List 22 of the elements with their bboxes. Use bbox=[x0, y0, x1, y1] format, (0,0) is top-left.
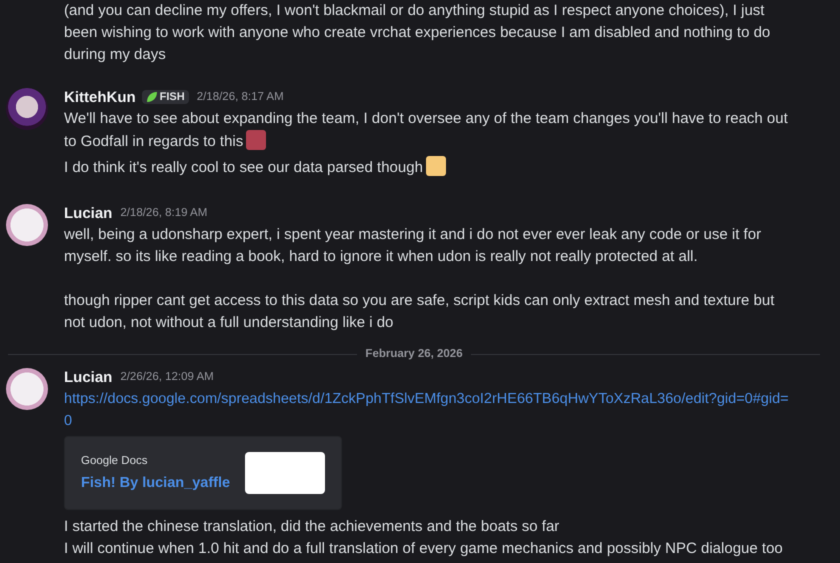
embed-title[interactable]: Fish! By lucian_yaffle bbox=[81, 475, 230, 491]
message-text: We'll have to see about expanding the team, I don't oversee any of the team changes you'll have to reach out to Godfall in regards to this bbox=[64, 109, 789, 152]
leaf-icon bbox=[146, 91, 158, 103]
timestamp: 2/18/26, 8:19 AM bbox=[120, 207, 208, 219]
message-text: (and you can decline my offers, I won't blackmail or do anything stupid as I respect anyone choices), I just been wishing to work with anyone who create vrchat experiences because I am disabled and nothing to do during my days bbox=[64, 1, 772, 65]
avatar[interactable] bbox=[6, 368, 48, 410]
date-divider: February 26, 2026 bbox=[365, 348, 463, 360]
message-text: though ripper cant get access to this data so you are safe, script kids can only extract mesh and texture but not udon, not without a full understanding like i do bbox=[64, 291, 776, 333]
timestamp: 2/26/26, 12:09 AM bbox=[120, 371, 214, 383]
message-text: I started the chinese translation, did the achievements and the boats so far bbox=[64, 517, 560, 537]
timestamp: 2/18/26, 8:17 AM bbox=[196, 91, 284, 103]
message-text: I will continue when 1.0 hit and do a full translation of every game mechanics and possibly NPC dialogue too bbox=[64, 539, 784, 559]
message-text: I do think it's really cool to see our data parsed though bbox=[64, 156, 796, 179]
avatar[interactable] bbox=[6, 204, 48, 246]
author-name[interactable]: Lucian bbox=[64, 204, 112, 222]
message-text: well, being a udonsharp expert, i spent year mastering it and i do not ever ever leak any code or use it for myself. so its like reading a book, hard to ignore it when udon is really not really protected at all. bbox=[64, 225, 762, 267]
embed-provider: Google Docs bbox=[81, 455, 148, 467]
avatar[interactable] bbox=[6, 88, 48, 130]
message-link[interactable]: https://docs.google.com/spreadsheets/d/1ZckPphTfSlvEMfgn3coI2rHE66TB6qHwYToXzRaL36o/edit?gid=0#gid=0 bbox=[64, 388, 796, 432]
tag-badge[interactable]: FISH bbox=[142, 90, 189, 104]
author-name[interactable]: Lucian bbox=[64, 368, 112, 386]
author-name[interactable]: KittehKun bbox=[64, 88, 136, 106]
